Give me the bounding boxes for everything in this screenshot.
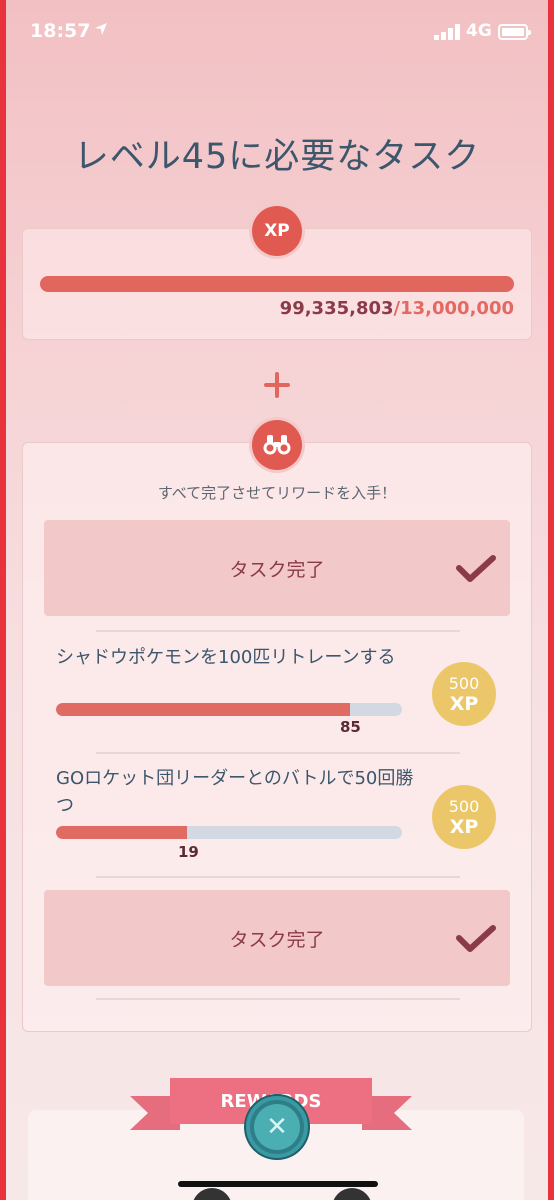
task-1-progress-bar — [56, 703, 402, 716]
reward-unit: XP — [449, 693, 479, 715]
task-1-xp-reward: 500 XP — [432, 662, 496, 726]
task-2-text: GOロケット団リーダーとのバトルで50回勝つ — [56, 768, 414, 816]
close-icon: ✕ — [254, 1104, 300, 1150]
reward-amount: 500 — [448, 797, 480, 816]
xp-progress-fill — [40, 276, 514, 292]
xp-current: 99,335,803 — [279, 298, 394, 319]
task-1-progress-fill — [56, 703, 351, 716]
task-complete-box: タスク完了 — [44, 890, 510, 986]
xp-goal: 13,000,000 — [400, 298, 514, 319]
network-type: 4G — [466, 21, 492, 41]
status-bar: 18:57 4G — [6, 0, 548, 64]
screen: 18:57 4G レベル45に必要なタスク XP 99,335,803/13,0… — [6, 0, 548, 1200]
close-button[interactable]: ✕ — [246, 1096, 308, 1158]
divider — [96, 876, 460, 878]
home-indicator[interactable] — [178, 1181, 378, 1187]
check-icon — [456, 925, 496, 952]
xp-progress-bar — [40, 276, 514, 292]
divider — [96, 630, 460, 632]
check-icon — [456, 555, 496, 582]
task-subtitle: すべて完了させてリワードを入手！ — [157, 484, 397, 502]
xp-count: 99,335,803/13,000,000 — [280, 298, 514, 319]
task-complete-box: タスク完了 — [44, 520, 510, 616]
reward-amount: 500 — [448, 674, 480, 693]
task-2-progress-bar — [56, 826, 402, 839]
task-1-text: シャドウポケモンを100匹リトレーンする — [56, 647, 396, 668]
task-2-progress-fill — [56, 826, 188, 839]
signal-icon — [434, 24, 460, 40]
divider — [96, 998, 460, 1000]
task-complete-label: タスク完了 — [229, 928, 325, 951]
xp-icon: XP — [252, 206, 302, 256]
clock: 18:57 — [30, 20, 91, 42]
binoculars-icon — [252, 420, 302, 470]
reward-unit: XP — [449, 816, 479, 838]
task-2-progress-value: 19 — [178, 843, 199, 861]
task-2-xp-reward: 500 XP — [432, 785, 496, 849]
page-title: レベル45に必要なタスク — [73, 137, 481, 177]
plus-icon — [264, 372, 290, 398]
task-complete-label: タスク完了 — [229, 558, 325, 581]
task-1-progress-value: 85 — [340, 718, 361, 736]
location-arrow-icon — [95, 23, 107, 35]
battery-icon — [498, 24, 531, 40]
divider — [96, 752, 460, 754]
